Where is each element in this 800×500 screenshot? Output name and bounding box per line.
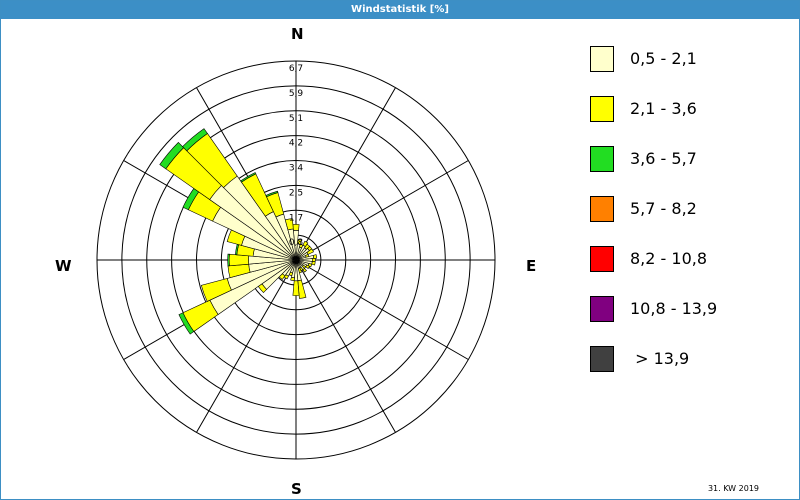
rose-sector: [290, 276, 295, 282]
rose-sector: [227, 253, 230, 267]
legend-label: 0,5 - 2,1: [630, 49, 697, 68]
radial-tick-label: 3,4: [289, 164, 304, 174]
radial-tick-label: 6,7: [289, 64, 303, 74]
rose-sector: [302, 267, 307, 273]
grid-spoke: [295, 259, 469, 360]
legend-label: 3,6 - 5,7: [630, 149, 697, 168]
rose-sector: [292, 280, 300, 296]
legend-label: 5,7 - 8,2: [630, 199, 697, 218]
wind-rose-chart: 0,8 1,7 2,5 3,4 4,2 5,1 5,9 6,7: [96, 60, 496, 460]
radial-tick-label: 2,5: [289, 188, 303, 198]
legend-label: 8,2 - 10,8: [630, 249, 708, 268]
legend-item-speed-3: 3,6 - 5,7: [590, 144, 790, 194]
rose-sector: [228, 253, 249, 267]
grid-spoke: [295, 160, 469, 261]
radial-tick-label: 0,8: [289, 238, 304, 248]
compass-east-label: E: [526, 257, 537, 275]
grid-spoke: [295, 87, 396, 261]
legend-item-speed-4: 5,7 - 8,2: [590, 194, 790, 244]
legend-label: 10,8 - 13,9: [630, 299, 718, 318]
radial-tick-label: 5,1: [289, 114, 303, 124]
legend-item-speed-6: 10,8 - 13,9: [590, 294, 790, 344]
footer-week-label: 31. KW 2019: [707, 484, 759, 493]
grid-spoke: [295, 259, 396, 433]
legend-swatch: [590, 246, 614, 272]
legend-swatch: [590, 346, 614, 372]
rose-sector: [311, 261, 316, 266]
compass-west-label: W: [55, 257, 72, 275]
legend-item-speed-1: 0,5 - 2,1: [590, 44, 790, 94]
radial-tick-label: 4,2: [289, 139, 303, 149]
legend-item-speed-7: > 13,9: [590, 344, 790, 394]
radial-tick-label: 5,9: [289, 89, 304, 99]
compass-south-label: S: [291, 480, 302, 498]
legend-swatch: [590, 296, 614, 322]
legend-swatch: [590, 46, 614, 72]
compass-north-label: N: [291, 25, 304, 43]
legend-label: 2,1 - 3,6: [630, 99, 697, 118]
legend-swatch: [590, 146, 614, 172]
radial-tick-label: 1,7: [289, 213, 303, 223]
rose-sector: [312, 254, 318, 259]
legend-swatch: [590, 196, 614, 222]
legend-swatch: [590, 96, 614, 122]
legend: 0,5 - 2,1 2,1 - 3,6 3,6 - 5,7 5,7 - 8,2 …: [590, 44, 790, 394]
chart-window: Windstatistik [%] 0,8 1,7 2,5 3,4 4,2 5,1 5,9 6…: [0, 0, 800, 500]
legend-item-speed-2: 2,1 - 3,6: [590, 94, 790, 144]
rose-sector: [292, 224, 300, 231]
legend-item-speed-5: 8,2 - 10,8: [590, 244, 790, 294]
legend-label: > 13,9: [630, 349, 690, 368]
window-title: Windstatistik [%]: [1, 1, 799, 19]
